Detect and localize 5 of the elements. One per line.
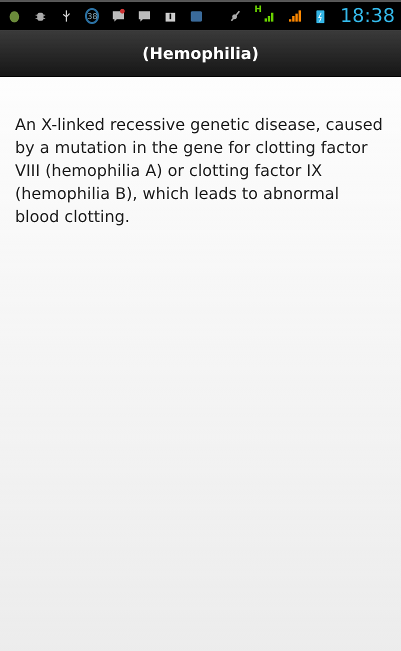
network-type: H — [254, 5, 262, 15]
clock-time: 18:38 — [340, 5, 395, 27]
definition-text: An X-linked recessive genetic disease, caused by a mutation in the gene for clotting factor VIII (hemophilia A) or clotting factor IX (hemophilia B), which leads to abnormal blood clotting. — [15, 114, 384, 228]
message-count: 38 — [85, 8, 100, 24]
page-title: (Hemophilia) — [142, 44, 259, 62]
